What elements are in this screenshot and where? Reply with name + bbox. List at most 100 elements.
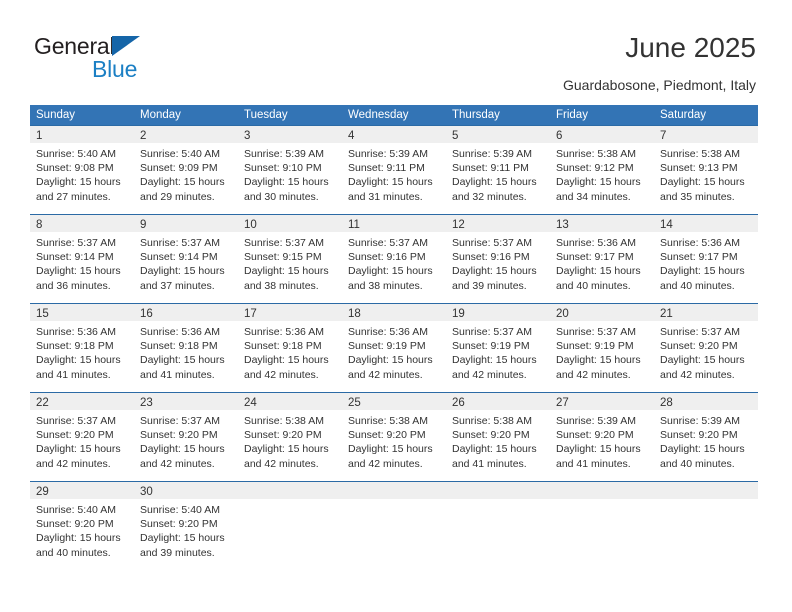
day-details: Sunrise: 5:38 AM Sunset: 9:12 PM Dayligh… [550, 143, 654, 210]
weekday-saturday: Saturday [660, 109, 707, 121]
weekday-sunday: Sunday [36, 109, 76, 121]
day-details: Sunrise: 5:37 AM Sunset: 9:20 PM Dayligh… [30, 410, 134, 477]
daylight-text-line2: and 37 minutes. [140, 279, 215, 292]
daylight-text-line1: Daylight: 15 hours [36, 354, 121, 367]
daylight-text-line2: and 40 minutes. [556, 279, 631, 292]
day-cell[interactable]: 28 Sunrise: 5:39 AM Sunset: 9:20 PM Dayl… [654, 393, 758, 481]
page-subtitle-location: Guardabosone, Piedmont, Italy [562, 77, 756, 93]
day-cell[interactable]: 17 Sunrise: 5:36 AM Sunset: 9:18 PM Dayl… [238, 304, 342, 392]
day-cell[interactable]: 22 Sunrise: 5:37 AM Sunset: 9:20 PM Dayl… [30, 393, 134, 481]
sunrise-text: Sunrise: 5:37 AM [556, 326, 636, 338]
day-number-band: 22 [30, 393, 134, 410]
sunrise-text: Sunrise: 5:37 AM [36, 237, 116, 249]
day-details: Sunrise: 5:38 AM Sunset: 9:20 PM Dayligh… [238, 410, 342, 477]
day-number: 13 [556, 219, 569, 231]
day-details: Sunrise: 5:38 AM Sunset: 9:20 PM Dayligh… [446, 410, 550, 477]
daylight-text-line1: Daylight: 15 hours [140, 176, 225, 189]
day-number-band: 9 [134, 215, 238, 232]
daylight-text-line2: and 42 minutes. [348, 368, 423, 381]
day-details: Sunrise: 5:36 AM Sunset: 9:18 PM Dayligh… [30, 321, 134, 388]
day-number: 8 [36, 219, 43, 231]
day-details: Sunrise: 5:39 AM Sunset: 9:20 PM Dayligh… [550, 410, 654, 477]
sunset-text: Sunset: 9:08 PM [36, 162, 114, 175]
day-number: 27 [556, 397, 569, 409]
daylight-text-line1: Daylight: 15 hours [244, 354, 329, 367]
daylight-text-line2: and 39 minutes. [452, 279, 527, 292]
day-cell[interactable]: 13 Sunrise: 5:36 AM Sunset: 9:17 PM Dayl… [550, 215, 654, 303]
sunset-text: Sunset: 9:19 PM [556, 340, 634, 353]
sunset-text: Sunset: 9:17 PM [660, 251, 738, 264]
daylight-text-line1: Daylight: 15 hours [556, 354, 641, 367]
logo-triangle-icon [112, 36, 140, 56]
day-cell[interactable]: 1 Sunrise: 5:40 AM Sunset: 9:08 PM Dayli… [30, 126, 134, 214]
day-details: Sunrise: 5:36 AM Sunset: 9:19 PM Dayligh… [342, 321, 446, 388]
daylight-text-line1: Daylight: 15 hours [348, 265, 433, 278]
day-number-band: 15 [30, 304, 134, 321]
daylight-text-line1: Daylight: 15 hours [452, 354, 537, 367]
day-cell[interactable]: 21 Sunrise: 5:37 AM Sunset: 9:20 PM Dayl… [654, 304, 758, 392]
sunrise-text: Sunrise: 5:38 AM [244, 415, 324, 427]
day-cell[interactable]: 14 Sunrise: 5:36 AM Sunset: 9:17 PM Dayl… [654, 215, 758, 303]
day-cell[interactable]: 11 Sunrise: 5:37 AM Sunset: 9:16 PM Dayl… [342, 215, 446, 303]
daylight-text-line2: and 40 minutes. [660, 457, 735, 470]
day-cell[interactable]: 24 Sunrise: 5:38 AM Sunset: 9:20 PM Dayl… [238, 393, 342, 481]
day-cell[interactable]: 10 Sunrise: 5:37 AM Sunset: 9:15 PM Dayl… [238, 215, 342, 303]
sunset-text: Sunset: 9:20 PM [452, 429, 530, 442]
day-cell[interactable]: 23 Sunrise: 5:37 AM Sunset: 9:20 PM Dayl… [134, 393, 238, 481]
day-cell[interactable]: 4 Sunrise: 5:39 AM Sunset: 9:11 PM Dayli… [342, 126, 446, 214]
sunset-text: Sunset: 9:13 PM [660, 162, 738, 175]
sunrise-text: Sunrise: 5:38 AM [452, 415, 532, 427]
day-cell[interactable]: 16 Sunrise: 5:36 AM Sunset: 9:18 PM Dayl… [134, 304, 238, 392]
daylight-text-line1: Daylight: 15 hours [660, 354, 745, 367]
day-cell[interactable]: 18 Sunrise: 5:36 AM Sunset: 9:19 PM Dayl… [342, 304, 446, 392]
generalblue-logo[interactable]: General Blue [34, 33, 214, 82]
day-cell[interactable]: 5 Sunrise: 5:39 AM Sunset: 9:11 PM Dayli… [446, 126, 550, 214]
day-details: Sunrise: 5:40 AM Sunset: 9:20 PM Dayligh… [30, 499, 134, 566]
day-cell[interactable]: 9 Sunrise: 5:37 AM Sunset: 9:14 PM Dayli… [134, 215, 238, 303]
sunset-text: Sunset: 9:09 PM [140, 162, 218, 175]
sunrise-text: Sunrise: 5:37 AM [244, 237, 324, 249]
day-details: Sunrise: 5:37 AM Sunset: 9:19 PM Dayligh… [446, 321, 550, 388]
day-cell[interactable]: 19 Sunrise: 5:37 AM Sunset: 9:19 PM Dayl… [446, 304, 550, 392]
day-cell[interactable]: 2 Sunrise: 5:40 AM Sunset: 9:09 PM Dayli… [134, 126, 238, 214]
daylight-text-line1: Daylight: 15 hours [244, 265, 329, 278]
day-cell[interactable]: 30 Sunrise: 5:40 AM Sunset: 9:20 PM Dayl… [134, 482, 238, 570]
day-cell[interactable]: 25 Sunrise: 5:38 AM Sunset: 9:20 PM Dayl… [342, 393, 446, 481]
day-cell[interactable]: 15 Sunrise: 5:36 AM Sunset: 9:18 PM Dayl… [30, 304, 134, 392]
day-details: Sunrise: 5:38 AM Sunset: 9:13 PM Dayligh… [654, 143, 758, 210]
day-number-band [342, 482, 446, 499]
day-number-band: 24 [238, 393, 342, 410]
day-cell[interactable]: 7 Sunrise: 5:38 AM Sunset: 9:13 PM Dayli… [654, 126, 758, 214]
daylight-text-line2: and 31 minutes. [348, 190, 423, 203]
weekday-header-row: Sunday Monday Tuesday Wednesday Thursday… [30, 105, 758, 125]
day-cell[interactable]: 3 Sunrise: 5:39 AM Sunset: 9:10 PM Dayli… [238, 126, 342, 214]
daylight-text-line1: Daylight: 15 hours [140, 532, 225, 545]
day-number-band: 20 [550, 304, 654, 321]
sunrise-text: Sunrise: 5:36 AM [660, 237, 740, 249]
sunset-text: Sunset: 9:18 PM [36, 340, 114, 353]
day-cell[interactable]: 6 Sunrise: 5:38 AM Sunset: 9:12 PM Dayli… [550, 126, 654, 214]
daylight-text-line2: and 42 minutes. [348, 457, 423, 470]
sunrise-text: Sunrise: 5:36 AM [140, 326, 220, 338]
day-cell[interactable]: 12 Sunrise: 5:37 AM Sunset: 9:16 PM Dayl… [446, 215, 550, 303]
day-number-band: 16 [134, 304, 238, 321]
day-number: 12 [452, 219, 465, 231]
day-cell[interactable]: 26 Sunrise: 5:38 AM Sunset: 9:20 PM Dayl… [446, 393, 550, 481]
day-details: Sunrise: 5:39 AM Sunset: 9:11 PM Dayligh… [446, 143, 550, 210]
sunset-text: Sunset: 9:20 PM [660, 340, 738, 353]
daylight-text-line2: and 27 minutes. [36, 190, 111, 203]
day-details: Sunrise: 5:39 AM Sunset: 9:11 PM Dayligh… [342, 143, 446, 210]
day-details: Sunrise: 5:36 AM Sunset: 9:17 PM Dayligh… [550, 232, 654, 299]
daylight-text-line1: Daylight: 15 hours [556, 265, 641, 278]
day-number: 1 [36, 130, 43, 142]
sunrise-text: Sunrise: 5:40 AM [36, 504, 116, 516]
daylight-text-line1: Daylight: 15 hours [660, 443, 745, 456]
day-cell[interactable]: 8 Sunrise: 5:37 AM Sunset: 9:14 PM Dayli… [30, 215, 134, 303]
day-cell[interactable]: 29 Sunrise: 5:40 AM Sunset: 9:20 PM Dayl… [30, 482, 134, 570]
sunset-text: Sunset: 9:16 PM [452, 251, 530, 264]
sunset-text: Sunset: 9:18 PM [244, 340, 322, 353]
sunrise-text: Sunrise: 5:40 AM [140, 504, 220, 516]
day-cell[interactable]: 27 Sunrise: 5:39 AM Sunset: 9:20 PM Dayl… [550, 393, 654, 481]
sunrise-text: Sunrise: 5:37 AM [36, 415, 116, 427]
day-cell[interactable]: 20 Sunrise: 5:37 AM Sunset: 9:19 PM Dayl… [550, 304, 654, 392]
